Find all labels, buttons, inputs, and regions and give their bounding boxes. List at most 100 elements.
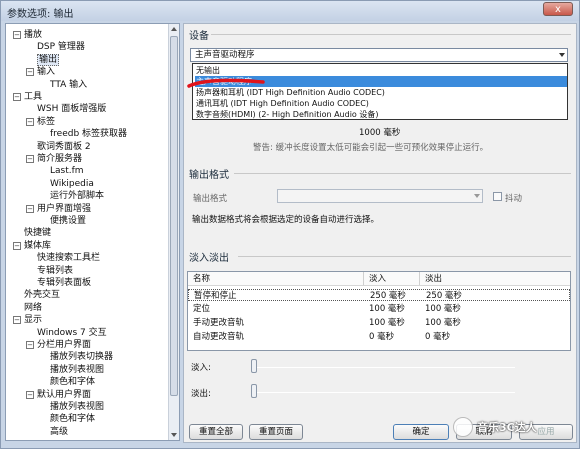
tree-item[interactable]: 外壳交互 <box>24 289 60 301</box>
tree-item[interactable]: 分栏用户界面 <box>37 339 91 351</box>
tree-item[interactable]: 播放 <box>24 29 42 41</box>
device-option[interactable]: 扬声器和耳机 (IDT High Definition Audio CODEC) <box>195 87 567 98</box>
tree-item-label: 专辑列表面板 <box>37 278 92 288</box>
tree-item[interactable]: 播放列表视图 <box>50 364 104 376</box>
tree-item[interactable]: 播放列表切换器 <box>50 351 113 363</box>
tree-item[interactable]: 工具 <box>24 91 42 103</box>
tree-item[interactable]: 颜色和字体 <box>50 413 95 425</box>
device-select[interactable]: 主声音驱动程序 <box>190 48 568 62</box>
tree-item[interactable]: 输出 <box>37 53 60 66</box>
tree-item-label: 播放列表切换器 <box>50 352 114 363</box>
tree-item-label: 用户界面增强 <box>37 203 92 214</box>
tree-item[interactable]: 快速搜索工具栏 <box>37 252 100 264</box>
fade-out-label: 淡出: <box>191 389 211 399</box>
tree-item[interactable]: 便携设置 <box>50 215 86 227</box>
tree-item[interactable]: 专辑列表 <box>37 265 73 277</box>
tree-item-label: 播放列表视图 <box>50 402 105 412</box>
output-format-select[interactable] <box>277 189 483 203</box>
tree-item[interactable]: 颜色和字体 <box>50 376 95 388</box>
tree-item-label: TTA 输入 <box>50 79 88 90</box>
fade-in-slider-thumb[interactable] <box>251 359 257 373</box>
tree-item-label: 输入 <box>37 67 56 78</box>
tree-item[interactable]: 快捷键 <box>24 227 51 239</box>
tree-item[interactable]: 媒体库 <box>24 240 51 252</box>
tree-toggle-icon[interactable]: − <box>26 117 34 126</box>
tree-toggle-icon[interactable]: − <box>13 241 21 250</box>
reset-all-button[interactable]: 重置全部 <box>189 424 243 440</box>
fade-out-slider-thumb[interactable] <box>251 384 257 398</box>
tree-item[interactable]: 简介服务器 <box>37 153 82 165</box>
red-annotation-stroke <box>187 78 265 88</box>
column-header-name[interactable]: 名称 <box>188 272 364 286</box>
chevron-down-icon <box>559 53 565 57</box>
fade-out-slider-track[interactable] <box>253 392 515 393</box>
tree-item[interactable]: 显示 <box>24 314 42 326</box>
tree-toggle-icon[interactable]: − <box>26 341 34 349</box>
scroll-thumb[interactable] <box>170 36 178 396</box>
tree-item[interactable]: 默认用户界面 <box>37 389 91 401</box>
table-row[interactable]: 暂停和停止 250 毫秒 250 毫秒 <box>188 289 570 301</box>
tree-item[interactable]: DSP 管理器 <box>37 41 85 53</box>
tree-item[interactable]: 输入 <box>37 66 55 78</box>
tree-item-label: 网络 <box>24 302 43 313</box>
tree-item[interactable]: 高级 <box>50 426 68 438</box>
tree-toggle-icon[interactable]: − <box>26 155 34 163</box>
close-button[interactable]: x <box>543 2 573 16</box>
tree-item-label: 专辑列表 <box>37 265 74 276</box>
scroll-down-icon[interactable] <box>171 433 177 437</box>
table-row[interactable]: 手动更改音轨 100 毫秒 100 毫秒 <box>188 317 570 329</box>
fade-in-slider-track[interactable] <box>253 367 515 368</box>
table-row[interactable]: 定位 100 毫秒 100 毫秒 <box>188 303 570 315</box>
tree-scrollbar[interactable] <box>168 24 179 440</box>
watermark: 音乐3C达人 <box>453 416 577 438</box>
tree-toggle-icon[interactable]: − <box>13 93 21 101</box>
device-option[interactable]: 通讯耳机 (IDT High Definition Audio CODEC) <box>195 98 567 109</box>
ok-button[interactable]: 确定 <box>393 424 449 440</box>
fade-event-name: 自动更改音轨 <box>193 332 245 342</box>
tree-item[interactable]: 专辑列表面板 <box>37 277 91 289</box>
tree-item[interactable]: 网络 <box>24 302 42 314</box>
tree-item[interactable]: freedb 标签获取器 <box>50 128 127 140</box>
fade-in-value: 100 毫秒 <box>369 318 405 328</box>
tree-toggle-icon[interactable]: − <box>26 390 34 399</box>
tree-item[interactable]: WSH 面板增强版 <box>37 103 106 115</box>
dither-checkbox[interactable] <box>493 192 502 201</box>
tree-item[interactable]: 播放列表视图 <box>50 401 104 413</box>
tree-item[interactable]: 标签 <box>37 116 55 128</box>
tree-item-label: 快速搜索工具栏 <box>37 253 101 264</box>
tree-toggle-icon[interactable]: − <box>26 204 34 213</box>
tree-item[interactable]: Windows 7 交互 <box>37 327 107 339</box>
fade-out-value: 250 毫秒 <box>426 291 462 301</box>
tree-item-label: Wikipedia <box>50 178 94 189</box>
column-header-fade-out[interactable]: 淡出 <box>420 272 570 286</box>
tree-item[interactable]: Wikipedia <box>50 178 94 190</box>
device-dropdown-list: 无输出 主声音驱动程序 扬声器和耳机 (IDT High Definition … <box>192 63 568 120</box>
tree-toggle-icon[interactable]: − <box>26 68 34 77</box>
fade-out-value: 100 毫秒 <box>425 304 461 314</box>
divider <box>234 173 571 174</box>
reset-page-button[interactable]: 重置页面 <box>249 424 303 440</box>
tree-item[interactable]: 用户界面增强 <box>37 203 91 215</box>
tree-toggle-icon[interactable]: − <box>13 31 21 39</box>
title-bar[interactable]: 参数选项: 输出 x <box>1 1 579 21</box>
tree-item-label: 外壳交互 <box>24 290 61 301</box>
tree-item-label: 颜色和字体 <box>50 377 96 388</box>
tree-item[interactable]: 歌词秀面板 2 <box>37 141 91 153</box>
device-option[interactable]: 数字音频(HDMI) (2- High Definition Audio 设备) <box>195 109 567 120</box>
tree-toggle-icon[interactable]: − <box>13 316 21 325</box>
column-header-fade-in[interactable]: 淡入 <box>364 272 420 286</box>
scroll-up-icon[interactable] <box>171 27 177 31</box>
tree-item[interactable]: 运行外部脚本 <box>50 190 104 202</box>
device-option[interactable]: 无输出 <box>195 65 567 76</box>
tree-item-label: 便携设置 <box>50 216 87 226</box>
tree-item-label: 输出 <box>37 53 60 66</box>
fade-section-title: 淡入淡出 <box>189 253 229 264</box>
table-row[interactable]: 自动更改音轨 0 毫秒 0 毫秒 <box>188 331 570 343</box>
tree-item-label: 颜色和字体 <box>50 414 96 425</box>
tree-item-label: 工具 <box>24 92 43 102</box>
fade-out-value: 100 毫秒 <box>425 318 461 328</box>
tree-item-label: 默认用户界面 <box>37 389 92 400</box>
tree-item[interactable]: TTA 输入 <box>50 79 87 91</box>
tree-item-label: 简介服务器 <box>37 154 83 164</box>
tree-item[interactable]: Last.fm <box>50 165 84 177</box>
